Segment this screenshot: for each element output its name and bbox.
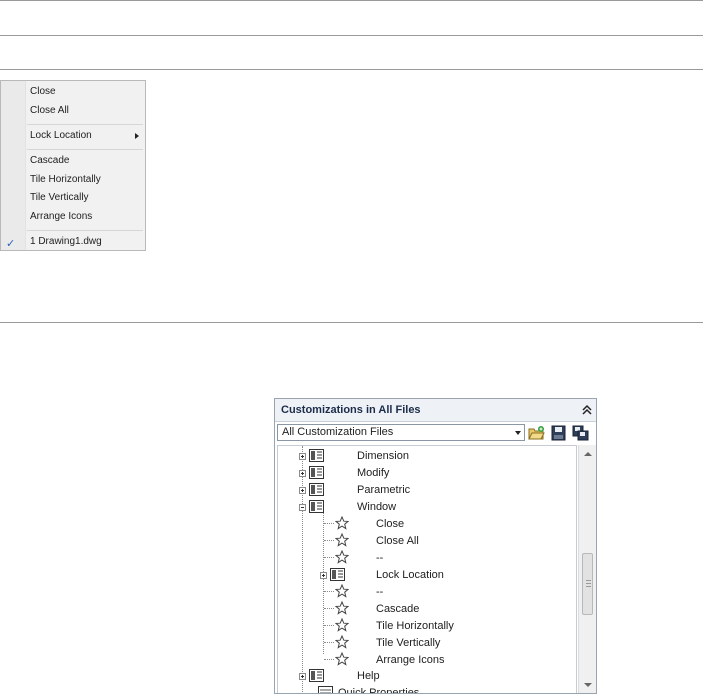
star-command-icon [335,533,349,547]
tree-item-lock-location[interactable]: Lock Location [376,567,444,583]
menu-folder-icon [309,449,324,462]
window-menu: Close Close All Lock Location Cascade Ti… [0,80,146,251]
menu-item-tile-horizontally[interactable]: Tile Horizontally [30,173,101,187]
tree-item-cascade[interactable]: Cascade [376,601,419,617]
panel-title: Customizations in All Files [281,404,421,416]
menu-item-tile-vertically[interactable]: Tile Vertically [30,191,89,205]
divider-line-2 [0,35,703,36]
tree-item-separator[interactable]: -- [376,584,383,600]
quick-properties-icon [318,686,333,693]
tree-connector [324,557,334,558]
tree-item-parametric[interactable]: Parametric [357,482,410,498]
star-command-icon [335,584,349,598]
scroll-up-arrow-icon[interactable] [584,452,592,456]
tree-connector [324,540,334,541]
menu-item-close-all[interactable]: Close All [30,104,69,118]
scroll-down-arrow-icon[interactable] [584,683,592,687]
open-folder-icon[interactable] [528,425,545,441]
tree-guide-line [302,446,303,693]
double-chevron-up-icon[interactable] [581,404,593,416]
divider-line-4 [0,322,703,323]
expand-toggle[interactable] [299,487,306,494]
tree-connector [324,642,334,643]
save-as-icon[interactable] [572,425,589,441]
thumb-grip [586,586,591,587]
tree-scrollbar[interactable] [578,445,596,693]
tree-item-separator[interactable]: -- [376,550,383,566]
panel-title-bar: Customizations in All Files [275,399,596,422]
thumb-grip [586,580,591,581]
tree-connector [324,659,334,660]
tree-item-modify[interactable]: Modify [357,465,389,481]
tree-item-arrange-icons[interactable]: Arrange Icons [376,652,444,668]
divider-line-1 [0,0,703,1]
menu-item-cascade[interactable]: Cascade [30,154,69,168]
menu-folder-icon [309,500,324,513]
star-command-icon [335,516,349,530]
menu-item-close[interactable]: Close [30,85,56,99]
star-command-icon [335,601,349,615]
menu-folder-icon [330,568,345,581]
expand-toggle[interactable] [299,470,306,477]
tree-item-tile-horizontally[interactable]: Tile Horizontally [376,618,454,634]
menu-separator [27,230,143,231]
tree-connector [324,625,334,626]
menu-item-drawing1[interactable]: 1 Drawing1.dwg [30,235,102,249]
menu-separator [27,149,143,150]
customizations-panel: Customizations in All Files All Customiz… [274,398,597,694]
expand-toggle[interactable] [299,673,306,680]
tree-item-close[interactable]: Close [376,516,404,532]
menu-icon-gutter [1,81,26,250]
chevron-down-icon [515,431,521,435]
star-command-icon [335,550,349,564]
tree-guide-line [323,512,324,654]
star-command-icon [335,635,349,649]
star-command-icon [335,618,349,632]
check-icon: ✓ [6,238,16,250]
tree-item-dimension[interactable]: Dimension [357,448,409,464]
tree-connector [324,608,334,609]
menu-separator [27,124,143,125]
menu-item-lock-location[interactable]: Lock Location [30,129,92,143]
customization-files-dropdown[interactable]: All Customization Files [277,424,525,441]
divider-line-3 [0,69,703,70]
tree-connector [324,591,334,592]
star-command-icon [335,652,349,666]
expand-toggle[interactable] [299,453,306,460]
menu-folder-icon [309,483,324,496]
tree-connector [324,523,334,524]
scrollbar-thumb[interactable] [582,553,593,615]
tree-item-help[interactable]: Help [357,668,380,684]
tree-item-close-all[interactable]: Close All [376,533,419,549]
menu-folder-icon [309,669,324,682]
menu-item-arrange-icons[interactable]: Arrange Icons [30,210,92,224]
save-icon[interactable] [550,425,567,441]
submenu-arrow-icon [135,133,139,139]
expand-toggle[interactable] [320,572,327,579]
dropdown-selected-value: All Customization Files [282,426,394,438]
tree-item-quick-properties[interactable]: Quick Properties [338,685,419,693]
thumb-grip [586,583,591,584]
collapse-toggle[interactable] [299,504,306,511]
tree-item-tile-vertically[interactable]: Tile Vertically [376,635,440,651]
tree-item-window[interactable]: Window [357,499,396,515]
customization-tree[interactable]: Dimension Modify Parametric Window Close… [277,445,577,693]
menu-folder-icon [309,466,324,479]
